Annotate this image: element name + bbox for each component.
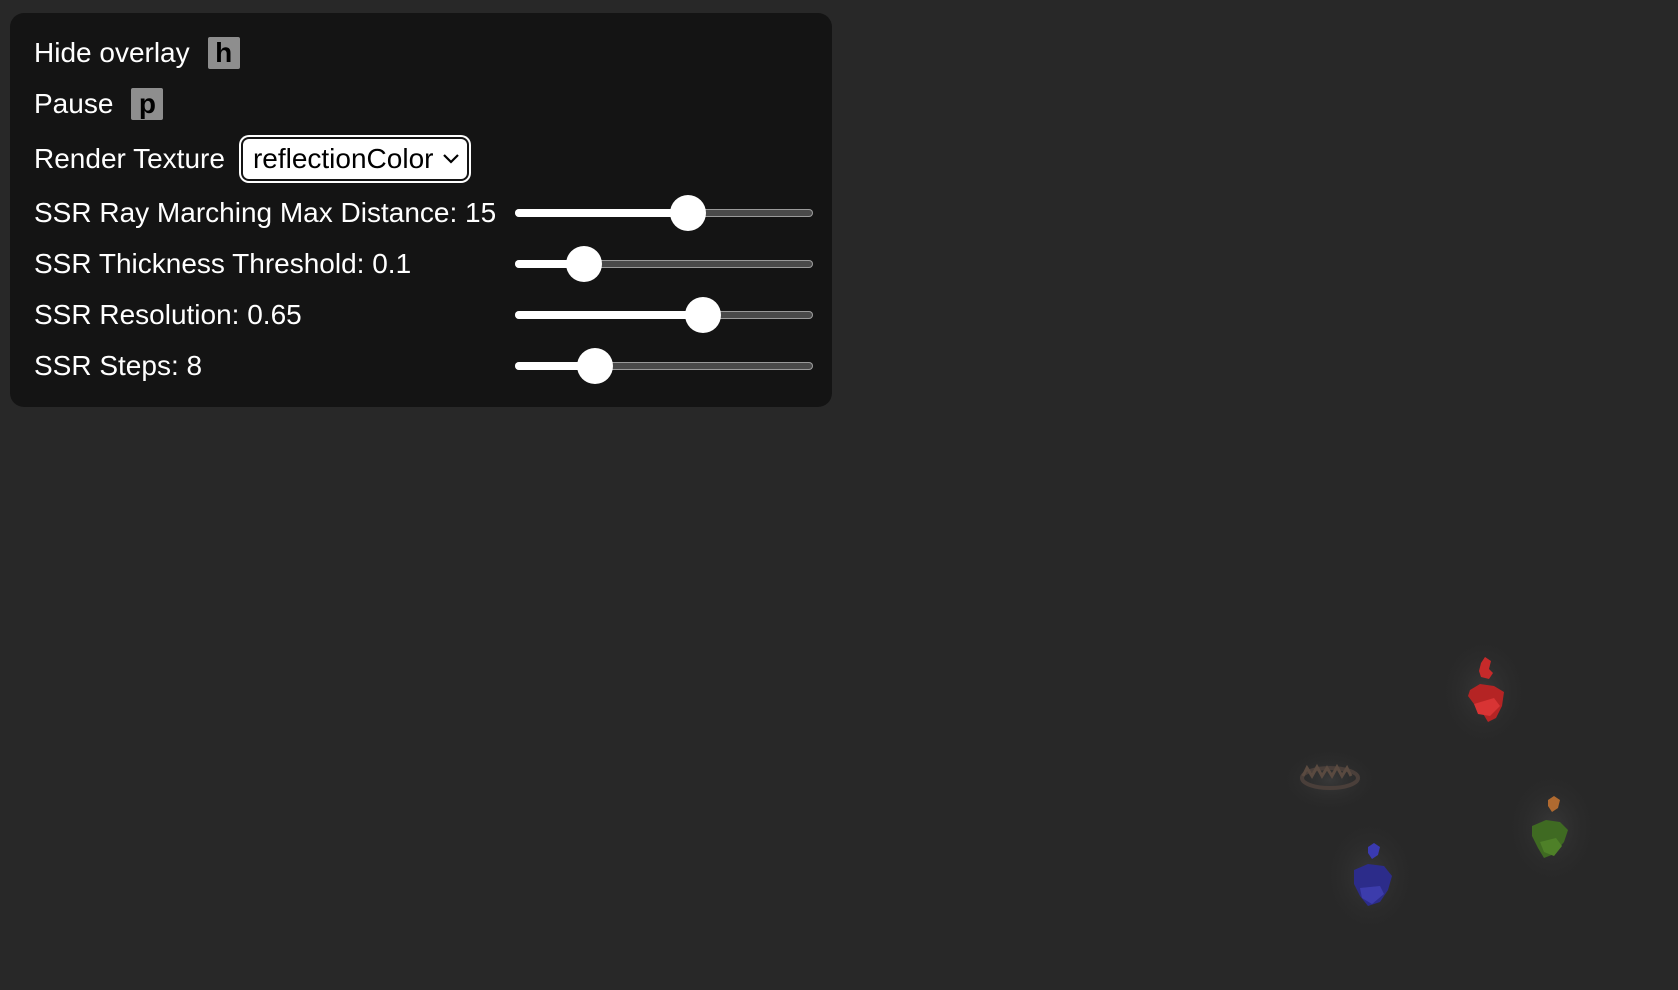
render-texture-label: Render Texture [34,143,225,174]
render-texture-value: reflectionColor [252,143,434,174]
green-figure [1504,768,1600,888]
pause-key: p [131,88,164,120]
pause-row[interactable]: Pause p [34,84,164,124]
resolution-label: SSR Resolution: 0.65 [34,299,302,330]
steps-slider[interactable] [515,348,813,384]
slider-thumb[interactable] [669,195,706,231]
chevron-down-icon [443,154,460,164]
red-figure [1438,634,1530,750]
render-texture-select[interactable]: reflectionColor [242,139,468,179]
pause-label: Pause [34,88,114,119]
slider-thumb[interactable] [684,297,721,333]
slider-thumb[interactable] [565,246,602,282]
steps-label: SSR Steps: 8 [34,350,203,381]
slider-thumb[interactable] [577,348,614,384]
thickness-threshold-slider[interactable] [515,246,813,282]
hide-overlay-row[interactable]: Hide overlay h [34,33,240,73]
hide-overlay-label: Hide overlay [34,37,190,68]
slider-fill [515,311,703,319]
resolution-slider[interactable] [515,297,813,333]
app-viewport: Hide overlay h Pause p Render Texture re… [0,0,1678,990]
max-distance-label: SSR Ray Marching Max Distance: 15 [34,197,497,228]
hide-overlay-key: h [207,37,240,69]
render-texture-row: Render Texture reflectionColor [34,139,468,179]
controls-overlay: Hide overlay h Pause p Render Texture re… [10,13,832,407]
crown-object [1278,746,1382,814]
blue-figure [1322,816,1418,936]
slider-fill [515,209,688,217]
max-distance-slider[interactable] [515,195,813,231]
thickness-threshold-label: SSR Thickness Threshold: 0.1 [34,248,412,279]
